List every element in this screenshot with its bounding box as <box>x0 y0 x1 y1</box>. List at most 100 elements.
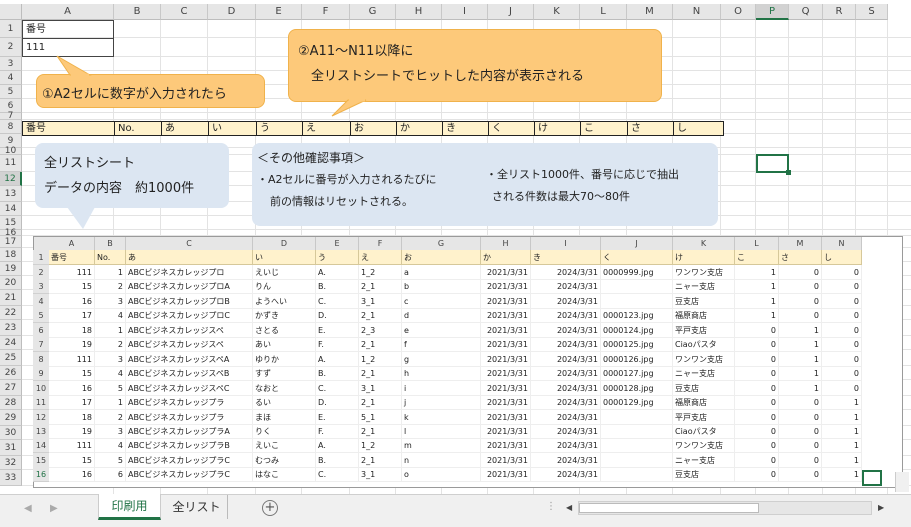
row10-header-cell[interactable]: No. <box>114 121 162 136</box>
row-header-33[interactable]: 33 <box>0 470 22 486</box>
embedded-data-cell: 0 <box>822 323 862 338</box>
row-header-1[interactable]: 1 <box>0 20 22 38</box>
row-header-11[interactable]: 11 <box>0 155 22 172</box>
row10-header-cell[interactable]: く <box>488 121 535 136</box>
row-header-26[interactable]: 26 <box>0 366 22 380</box>
row-header-19[interactable]: 19 <box>0 262 22 276</box>
column-header-i[interactable]: I <box>442 4 488 20</box>
column-header-o[interactable]: O <box>721 4 756 20</box>
embedded-data-cell: ABCビジネスカレッジスペ <box>126 337 253 352</box>
column-header-l[interactable]: L <box>580 4 627 20</box>
embedded-data-cell: k <box>402 410 481 425</box>
column-header-j[interactable]: J <box>488 4 534 20</box>
hscroll-left-icon[interactable]: ◀ <box>566 503 572 512</box>
tab-full-list[interactable]: 全リスト <box>166 495 228 519</box>
embedded-data-cell: Ciaoパスタ <box>673 337 735 352</box>
row-header-32[interactable]: 32 <box>0 456 22 470</box>
column-header-p[interactable]: P <box>756 4 789 20</box>
sheet-options-icon[interactable]: ⋮ <box>546 501 556 512</box>
row-header-27[interactable]: 27 <box>0 380 22 396</box>
column-header-c[interactable]: C <box>161 4 208 20</box>
row-header-18[interactable]: 18 <box>0 248 22 262</box>
row-header-4[interactable]: 4 <box>0 71 22 85</box>
row-header-2[interactable]: 2 <box>0 38 22 57</box>
tab-scroll-right-icon[interactable]: ▶ <box>50 503 58 514</box>
embedded-data-cell: 0 <box>735 410 779 425</box>
row-header-label: 13 <box>4 189 17 199</box>
row10-header-cell[interactable]: あ <box>161 121 209 136</box>
column-header-h[interactable]: H <box>396 4 442 20</box>
embedded-row-header: 13 <box>33 424 49 439</box>
cell-a1[interactable]: 番号 <box>22 20 114 38</box>
row-header-12[interactable]: 12 <box>0 172 22 186</box>
column-header-g[interactable]: G <box>350 4 396 20</box>
tab-scroll-left-icon[interactable]: ◀ <box>24 503 32 514</box>
column-header-r[interactable]: R <box>823 4 856 20</box>
horizontal-scroll-thumb[interactable] <box>579 503 759 513</box>
hscroll-right-icon[interactable]: ▶ <box>878 503 884 512</box>
embedded-row-header: 5 <box>33 308 49 323</box>
select-all-corner[interactable] <box>0 4 22 20</box>
add-sheet-button[interactable]: + <box>262 500 278 516</box>
embedded-row-label: 3 <box>38 282 44 291</box>
notes-a-line2: 前の情報はリセットされる。 <box>270 195 413 208</box>
row-header-21[interactable]: 21 <box>0 290 22 306</box>
row-header-14[interactable]: 14 <box>0 202 22 216</box>
embedded-row-label: 14 <box>35 441 47 450</box>
row10-header-cell[interactable]: お <box>350 121 397 136</box>
row-header-8[interactable]: 8 <box>0 120 22 134</box>
callout-list-line2: データの内容 約1000件 <box>44 181 195 196</box>
row10-header-cell[interactable]: か <box>396 121 443 136</box>
row-header-5[interactable]: 5 <box>0 85 22 99</box>
row10-header-cell[interactable]: い <box>208 121 257 136</box>
horizontal-scrollbar[interactable] <box>578 501 872 515</box>
active-cell-p12[interactable] <box>756 154 789 173</box>
embedded-data-cell: ニャー支店 <box>673 366 735 381</box>
column-header-n[interactable]: N <box>673 4 721 20</box>
row-header-24[interactable]: 24 <box>0 336 22 350</box>
column-header-a[interactable]: A <box>22 4 114 20</box>
embedded-data-cell: 2024/3/31 <box>531 308 601 323</box>
embedded-data-cell: 0 <box>735 424 779 439</box>
column-header-m[interactable]: M <box>627 4 673 20</box>
row-header-20[interactable]: 20 <box>0 276 22 290</box>
row10-header-label: え <box>306 123 316 134</box>
row-header-7[interactable]: 7 <box>0 112 22 121</box>
embedded-row-label: 16 <box>35 470 47 479</box>
cell-a2[interactable]: 111 <box>22 38 114 57</box>
row10-header-cell[interactable]: う <box>256 121 303 136</box>
column-header-b[interactable]: B <box>114 4 161 20</box>
row10-header-cell[interactable]: し <box>673 121 724 136</box>
embedded-header-cell: う <box>316 250 359 265</box>
row10-header-cell[interactable]: き <box>442 121 489 136</box>
embedded-data-cell: 福原商店 <box>673 308 735 323</box>
row-header-23[interactable]: 23 <box>0 320 22 336</box>
embedded-data-cell: 平戸支店 <box>673 410 735 425</box>
column-header-f[interactable]: F <box>302 4 350 20</box>
row10-header-cell[interactable]: え <box>302 121 351 136</box>
row10-header-cell[interactable]: け <box>534 121 581 136</box>
row-header-29[interactable]: 29 <box>0 410 22 426</box>
row10-header-cell[interactable]: こ <box>580 121 628 136</box>
row-header-25[interactable]: 25 <box>0 350 22 366</box>
row-header-17[interactable]: 17 <box>0 236 22 248</box>
row-header-22[interactable]: 22 <box>0 306 22 320</box>
tab-print[interactable]: 印刷用 <box>98 494 161 520</box>
vertical-scrollbar-stub[interactable] <box>895 472 909 492</box>
row-header-28[interactable]: 28 <box>0 396 22 410</box>
row-header-31[interactable]: 31 <box>0 440 22 456</box>
row-header-13[interactable]: 13 <box>0 186 22 202</box>
column-header-d[interactable]: D <box>208 4 256 20</box>
row10-header-cell[interactable]: 番号 <box>22 121 115 136</box>
fill-handle[interactable] <box>786 170 791 175</box>
embedded-data-cell: 0000124.jpg <box>601 323 673 338</box>
column-header-s[interactable]: S <box>856 4 888 20</box>
column-header-e[interactable]: E <box>256 4 302 20</box>
row-header-30[interactable]: 30 <box>0 426 22 440</box>
column-header-k[interactable]: K <box>534 4 580 20</box>
column-header-q[interactable]: Q <box>789 4 823 20</box>
row-header-10[interactable]: 10 <box>0 147 22 156</box>
embedded-row-header: 4 <box>33 294 49 309</box>
row-header-3[interactable]: 3 <box>0 57 22 71</box>
row10-header-cell[interactable]: さ <box>627 121 674 136</box>
